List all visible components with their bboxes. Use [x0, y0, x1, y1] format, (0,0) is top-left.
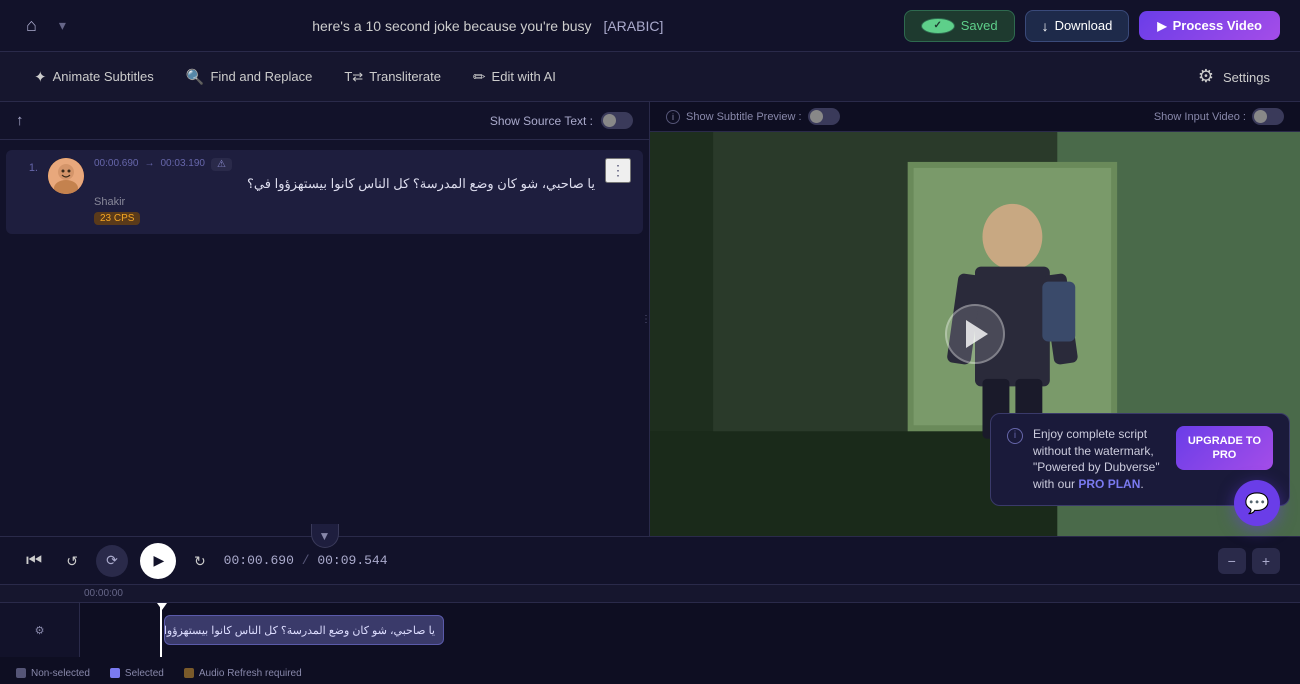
timeline-track: يا صاحبي، شو كان وضع المدرسة؟ كل الناس ك… — [0, 603, 1300, 657]
timeline-body: 00:00:00 يا صاحبي، شو كان وضع المدرسة؟ ك… — [0, 585, 1300, 662]
video-panel: i Show Subtitle Preview : Show Input Vid… — [650, 102, 1300, 536]
input-video-toggle[interactable] — [1252, 108, 1284, 125]
input-video-control: Show Input Video : — [1154, 108, 1284, 125]
info-icon: i — [666, 110, 680, 124]
zoom-in-icon: + — [1262, 553, 1270, 569]
zoom-out-button[interactable]: − — [1218, 548, 1246, 574]
subtitle-times: 00:00.690 → 00:03.190 ⚠ — [94, 158, 595, 171]
legend-non-selected: Non-selected — [16, 668, 90, 679]
panel-drag-handle[interactable]: ⋮ — [643, 102, 649, 536]
header: ⌂ ▾ here's a 10 second joke because you'… — [0, 0, 1300, 52]
find-replace-button[interactable]: 🔍 Find and Replace — [172, 61, 327, 93]
legend-dot-selected — [110, 668, 120, 678]
upgrade-info-icon: i — [1007, 428, 1023, 444]
check-icon: ✓ — [921, 18, 955, 34]
zoom-out-icon: − — [1228, 553, 1236, 569]
timeline-subtitle-block[interactable]: يا صاحبي، شو كان وضع المدرسة؟ كل الناس ك… — [164, 615, 444, 645]
playhead-top — [157, 603, 167, 610]
sync-icon: ⟳ — [106, 552, 118, 569]
upgrade-text: Enjoy complete script without the waterm… — [1033, 426, 1166, 493]
info-badge: 23 CPS — [94, 212, 140, 225]
playback-controls: ⏮ ↺ ⟳ ▶ ↻ 00:00.690 / 00:09.544 − + — [0, 536, 1300, 584]
back5-button[interactable]: ↺ — [60, 546, 84, 575]
search-icon: 🔍 — [186, 68, 205, 86]
chat-button[interactable]: 💬 — [1234, 480, 1280, 526]
subtitle-text: يا صاحبي، شو كان وضع المدرسة؟ كل الناس ك… — [94, 174, 595, 194]
subtitle-preview-control: i Show Subtitle Preview : — [666, 108, 840, 125]
subtitle-preview-toggle[interactable] — [808, 108, 840, 125]
saved-button[interactable]: ✓ Saved — [904, 10, 1015, 42]
play-button-overlay[interactable] — [945, 304, 1005, 364]
subtitle-list: 1. 00:00.690 — [0, 140, 649, 536]
show-source-text-control: Show Source Text : — [490, 112, 633, 129]
subtitle-speaker: Shakir — [94, 196, 595, 208]
zoom-controls: − + — [1218, 548, 1280, 574]
home-button[interactable]: ⌂ — [20, 11, 43, 40]
download-icon: ↓ — [1042, 18, 1049, 34]
play-triangle-icon — [966, 320, 988, 348]
timeline: 00:00:00 يا صاحبي، شو كان وضع المدرسة؟ ك… — [0, 584, 1300, 684]
header-chevron-button[interactable]: ▾ — [53, 13, 72, 38]
play-main-button[interactable]: ▶ — [140, 543, 176, 579]
forward5-icon: ↻ — [194, 553, 206, 569]
subtitle-panel: ↑ Show Source Text : 1. — [0, 102, 650, 536]
video-area: i Enjoy complete script without the wate… — [650, 132, 1300, 536]
fps-badge: ⚠ — [211, 158, 232, 171]
track-options-button[interactable]: ⚙ — [35, 624, 45, 637]
settings-button[interactable]: ⚙ Settings — [1188, 59, 1280, 94]
legend-selected: Selected — [110, 668, 164, 679]
animate-icon: ✦ — [34, 68, 47, 86]
header-title: here's a 10 second joke because you're b… — [72, 18, 904, 34]
subtitle-item[interactable]: 1. 00:00.690 — [6, 150, 643, 234]
playhead — [160, 603, 162, 657]
edit-with-ai-button[interactable]: ✏ Edit with AI — [459, 61, 570, 93]
rewind-to-start-button[interactable]: ⏮ — [20, 546, 48, 575]
legend-audio-refresh: Audio Refresh required — [184, 668, 302, 679]
subtitle-menu-button[interactable]: ⋮ — [605, 158, 631, 183]
toolbar-right: ⚙ Settings — [1188, 59, 1280, 94]
subtitle-number: 1. — [18, 162, 38, 174]
time-display: 00:00.690 / 00:09.544 — [224, 553, 388, 568]
process-icon: ▶ — [1157, 19, 1166, 33]
animate-subtitles-button[interactable]: ✦ Animate Subtitles — [20, 61, 168, 93]
zoom-in-button[interactable]: + — [1252, 548, 1280, 574]
timeline-ruler: 00:00:00 — [0, 585, 1300, 603]
back5-icon: ↺ — [66, 553, 78, 569]
export-button[interactable]: ↑ — [16, 112, 24, 129]
header-actions: ✓ Saved ↓ Download ▶ Process Video — [904, 10, 1280, 42]
forward5-button[interactable]: ↻ — [188, 546, 212, 575]
toolbar: ✦ Animate Subtitles 🔍 Find and Replace T… — [0, 52, 1300, 102]
download-button[interactable]: ↓ Download — [1025, 10, 1130, 42]
rewind-icon: ⏮ — [26, 550, 42, 570]
legend-dot-audio-refresh — [184, 668, 194, 678]
track-label-area: ⚙ — [0, 603, 80, 657]
legend-dot-non-selected — [16, 668, 26, 678]
timeline-legend: Non-selected Selected Audio Refresh requ… — [0, 662, 1300, 684]
process-video-button[interactable]: ▶ Process Video — [1139, 11, 1280, 40]
upgrade-to-pro-button[interactable]: UPGRADE TO PRO — [1176, 426, 1273, 471]
play-main-icon: ▶ — [154, 552, 165, 569]
sync-button[interactable]: ⟳ — [96, 545, 128, 577]
show-source-toggle[interactable] — [601, 112, 633, 129]
chat-icon: 💬 — [1245, 491, 1270, 516]
transliterate-button[interactable]: T⇄ Transliterate — [330, 62, 455, 92]
transliterate-icon: T⇄ — [344, 69, 363, 85]
edit-ai-icon: ✏ — [473, 68, 486, 86]
main-content: ↑ Show Source Text : 1. — [0, 102, 1300, 536]
ruler-mark-0: 00:00:00 — [84, 588, 123, 599]
settings-icon: ⚙ — [1198, 66, 1214, 86]
subtitle-content: 00:00.690 → 00:03.190 ⚠ يا صاحبي، شو كان… — [94, 158, 595, 226]
avatar — [48, 158, 84, 194]
video-show-controls: i Show Subtitle Preview : Show Input Vid… — [650, 102, 1300, 132]
subtitle-header: ↑ Show Source Text : — [0, 102, 649, 140]
